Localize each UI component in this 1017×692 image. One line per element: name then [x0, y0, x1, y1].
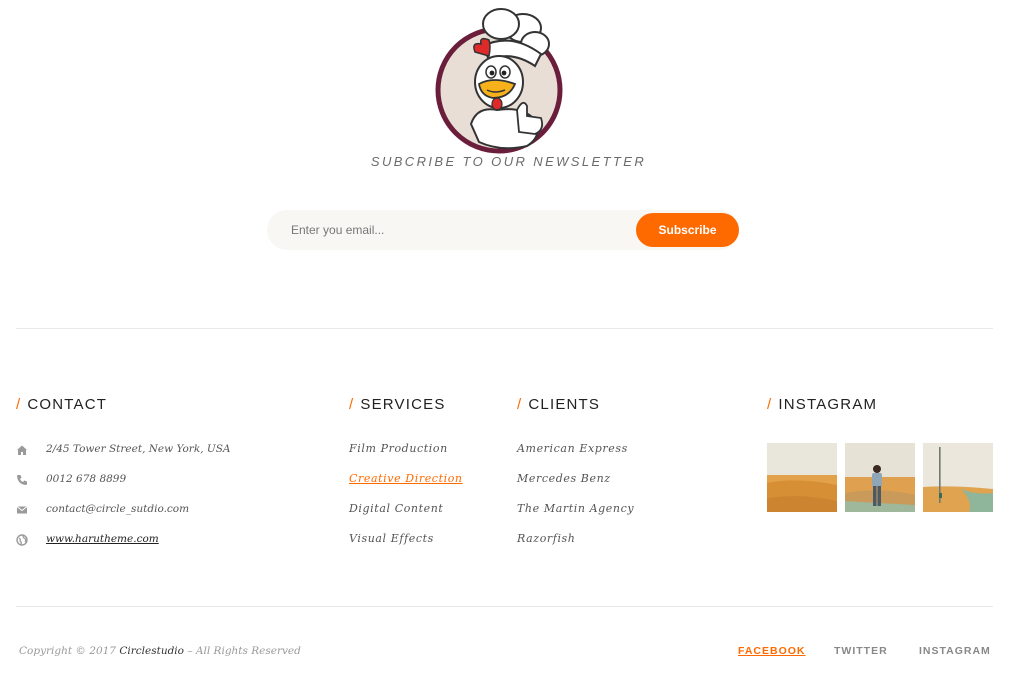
clients-item-mercedes-benz[interactable]: Mercedes Benz: [517, 471, 634, 501]
contact-phone: 0012 678 8899: [16, 471, 126, 487]
services-heading: / SERVICES: [349, 396, 446, 413]
contact-website[interactable]: www.harutheme.com: [16, 531, 159, 547]
clients-list: American Express Mercedes Benz The Marti…: [517, 441, 634, 561]
clients-item-the-martin-agency[interactable]: The Martin Agency: [517, 501, 634, 531]
newsletter-form: Subscribe: [267, 210, 739, 250]
slash-accent: /: [16, 396, 22, 413]
divider: [16, 606, 993, 607]
services-item-visual-effects[interactable]: Visual Effects: [349, 531, 463, 561]
slash-accent: /: [349, 396, 355, 413]
mail-icon: [16, 503, 28, 515]
services-list: Film Production Creative Direction Digit…: [349, 441, 463, 561]
footer-page: SUBCRIBE TO OUR NEWSLETTER Subscribe /CO…: [0, 0, 1017, 692]
person-in-desert-photo[interactable]: [845, 443, 915, 512]
subscribe-button[interactable]: Subscribe: [636, 213, 739, 247]
clients-heading: / CLIENTS: [517, 396, 601, 413]
copyright-text: Copyright © 2017 Circlestudio – All Righ…: [19, 645, 301, 657]
contact-heading: / CONTACT: [16, 396, 108, 413]
home-icon: [16, 443, 28, 455]
chef-chicken-logo[interactable]: [431, 6, 571, 154]
services-item-film-production[interactable]: Film Production: [349, 441, 463, 471]
contact-email[interactable]: contact@circle_sutdio.com: [16, 501, 189, 517]
slash-accent: /: [767, 396, 773, 413]
slash-accent: /: [517, 396, 523, 413]
desert-photo[interactable]: [767, 443, 837, 512]
instagram-link[interactable]: INSTAGRAM: [919, 645, 991, 657]
clients-item-american-express[interactable]: American Express: [517, 441, 634, 471]
phone-icon: [16, 473, 28, 485]
instagram-grid: [767, 443, 993, 512]
services-item-creative-direction[interactable]: Creative Direction: [349, 471, 463, 501]
divider: [16, 328, 993, 329]
services-item-digital-content[interactable]: Digital Content: [349, 501, 463, 531]
twitter-link[interactable]: TWITTER: [834, 645, 888, 657]
instagram-heading: / INSTAGRAM: [767, 396, 878, 413]
contact-address: 2/45 Tower Street, New York, USA: [16, 441, 231, 457]
globe-icon: [16, 533, 28, 546]
desert-road-photo[interactable]: [923, 443, 993, 512]
brand-name[interactable]: Circlestudio: [119, 645, 184, 657]
facebook-link[interactable]: FACEBOOK: [738, 645, 806, 657]
email-input[interactable]: [291, 210, 631, 250]
newsletter-title: SUBCRIBE TO OUR NEWSLETTER: [370, 154, 647, 169]
clients-item-razorfish[interactable]: Razorfish: [517, 531, 634, 561]
